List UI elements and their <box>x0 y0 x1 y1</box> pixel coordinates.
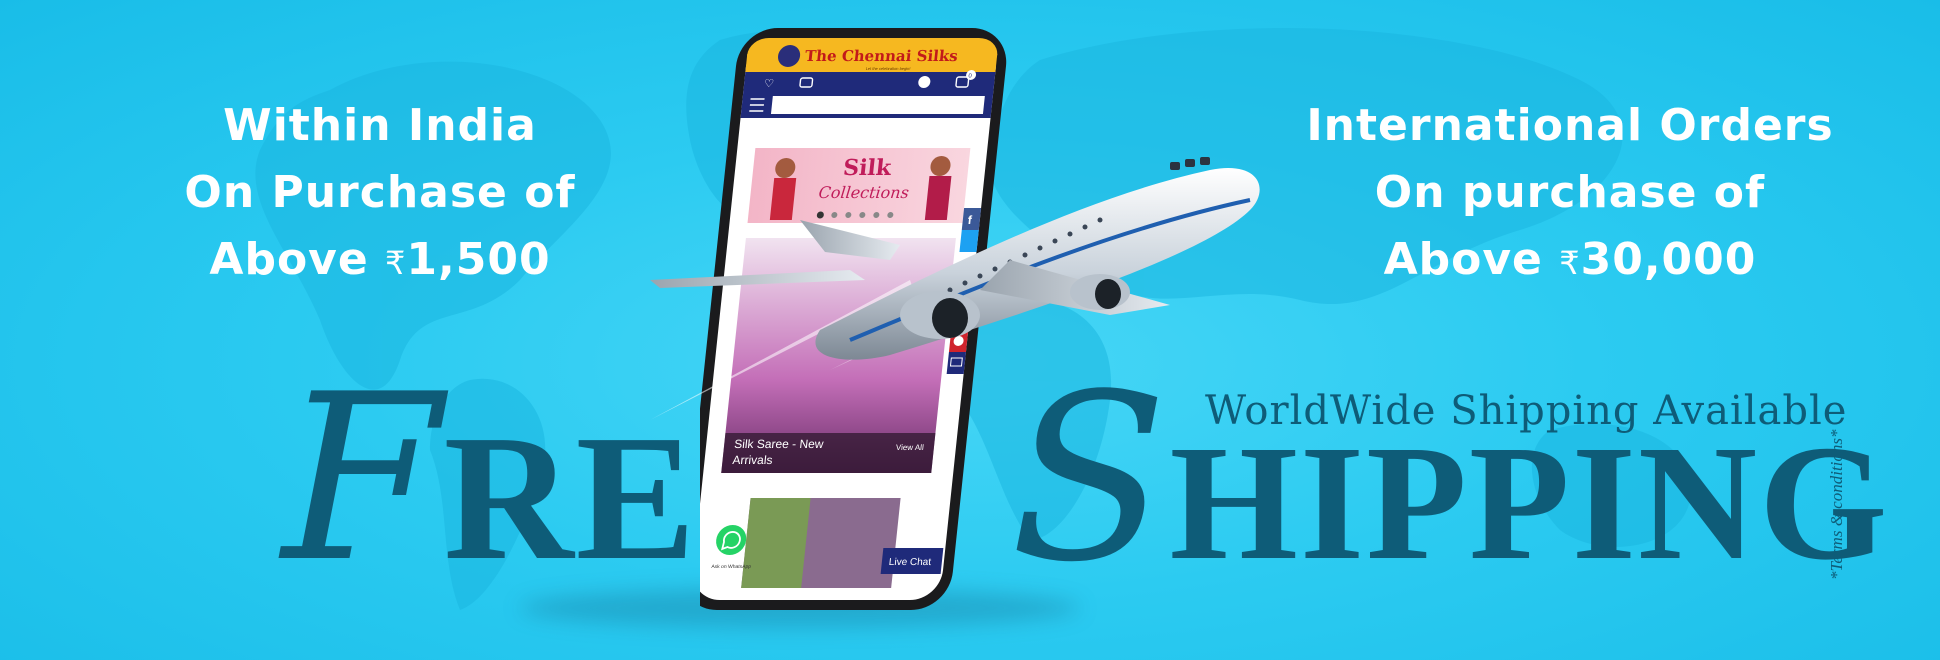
terms-note: *Terms & conditions* <box>1827 429 1846 580</box>
screen-search-box <box>770 96 985 114</box>
headline-shipping-rest: HIPPING <box>1169 411 1890 594</box>
whatsapp-caption: Ask on WhatsApp <box>711 564 751 570</box>
product-card-title-line1: Silk Saree - New <box>734 437 825 451</box>
domestic-offer-line1: Within India <box>223 100 537 151</box>
airplane-illustration <box>650 157 1260 420</box>
international-above-label: Above <box>1383 234 1543 285</box>
heart-icon: ♡ <box>763 78 774 90</box>
rupee-symbol: ₹ <box>1559 244 1581 282</box>
screen-brand-tagline: Let the celebration begin! <box>865 66 910 71</box>
international-offer-line1: International Orders <box>1306 100 1834 151</box>
domestic-above-label: Above <box>209 234 369 285</box>
headline-free-initial: F <box>282 346 444 613</box>
view-all-link: View All <box>895 443 924 452</box>
left-wing <box>650 270 865 288</box>
live-chat-label: Live Chat <box>888 557 932 568</box>
international-offer-line2: On purchase of <box>1374 167 1766 218</box>
international-offer-line3: Above ₹30,000 <box>1270 226 1870 297</box>
domestic-offer: Within India On Purchase of Above ₹1,500 <box>150 92 610 297</box>
worldwide-tagline: WorldWide Shipping Available <box>1205 388 1848 434</box>
domestic-offer-line2: On Purchase of <box>184 167 576 218</box>
international-offer: International Orders On purchase of Abov… <box>1270 92 1870 297</box>
domestic-amount: 1,500 <box>406 234 551 285</box>
product-card-title-line2: Arrivals <box>732 453 773 467</box>
screen-nav-bar <box>743 72 996 92</box>
screen-brand-name: The Chennai Silks <box>804 47 959 65</box>
domestic-offer-line3: Above ₹1,500 <box>150 226 610 297</box>
rupee-symbol: ₹ <box>385 244 407 282</box>
international-amount: 30,000 <box>1580 234 1757 285</box>
